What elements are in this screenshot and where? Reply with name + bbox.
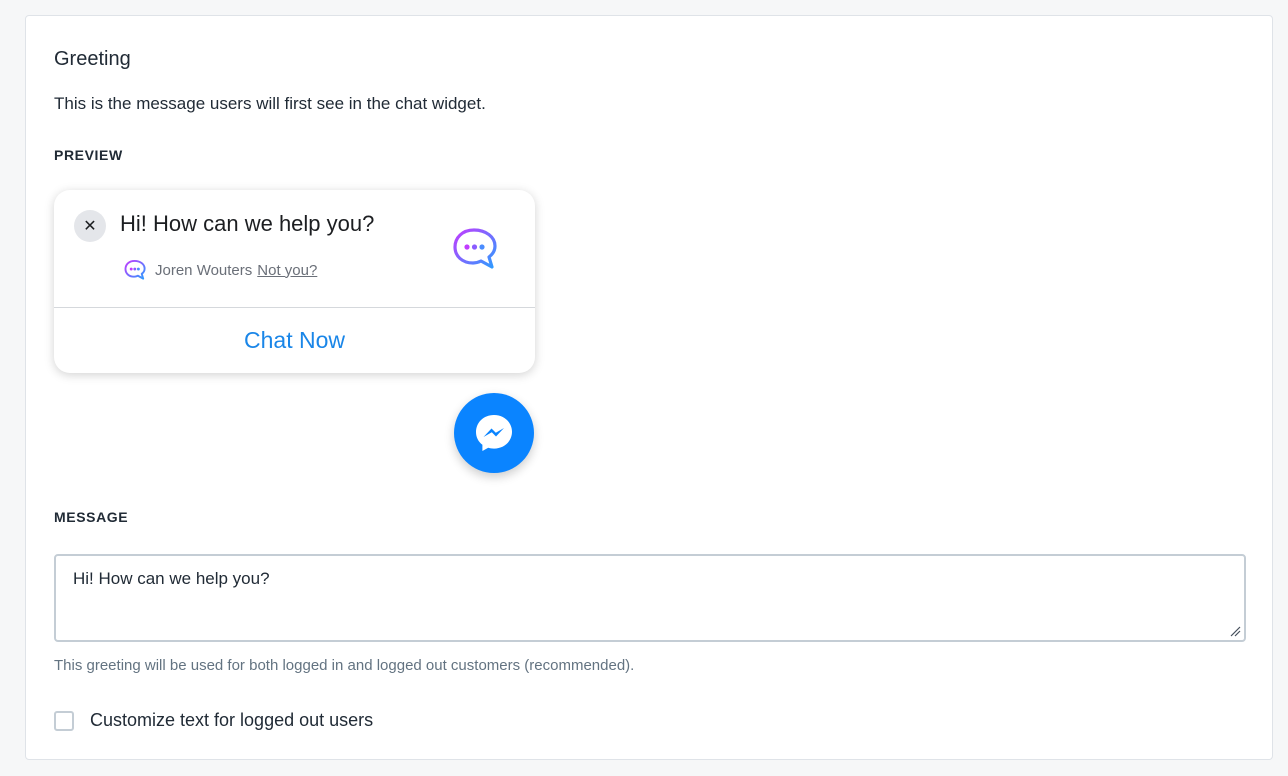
message-help-text: This greeting will be used for both logg…: [54, 657, 635, 674]
messenger-icon: [476, 415, 512, 451]
section-title: Greeting: [54, 48, 131, 70]
preview-label: PREVIEW: [54, 147, 123, 163]
message-textarea[interactable]: Hi! How can we help you?: [54, 554, 1246, 642]
message-value: Hi! How can we help you?: [73, 569, 270, 588]
customize-label: Customize text for logged out users: [90, 710, 374, 730]
chat-widget-preview: ✕ Hi! How can we help you? Joren Wouters…: [54, 190, 535, 373]
chat-bubble-dots-icon: [124, 259, 146, 280]
chat-now-button[interactable]: Chat Now: [54, 308, 535, 373]
user-row: Joren Wouters Not you?: [124, 259, 317, 281]
customize-checkbox[interactable]: [54, 710, 74, 731]
not-you-link[interactable]: Not you?: [257, 262, 317, 279]
customize-logged-out-option[interactable]: Customize text for logged out users: [54, 710, 373, 731]
user-name: Joren Wouters: [155, 261, 253, 279]
messenger-launcher-button[interactable]: [454, 393, 534, 473]
resize-handle-icon[interactable]: [1229, 625, 1241, 637]
chat-bubble-dots-icon: [453, 228, 497, 269]
greeting-text: Hi! How can we help you?: [120, 211, 375, 236]
section-description: This is the message users will first see…: [54, 94, 486, 113]
message-label: MESSAGE: [54, 509, 129, 525]
close-icon[interactable]: ✕: [74, 210, 106, 242]
greeting-settings-card: Greeting This is the message users will …: [25, 15, 1273, 760]
